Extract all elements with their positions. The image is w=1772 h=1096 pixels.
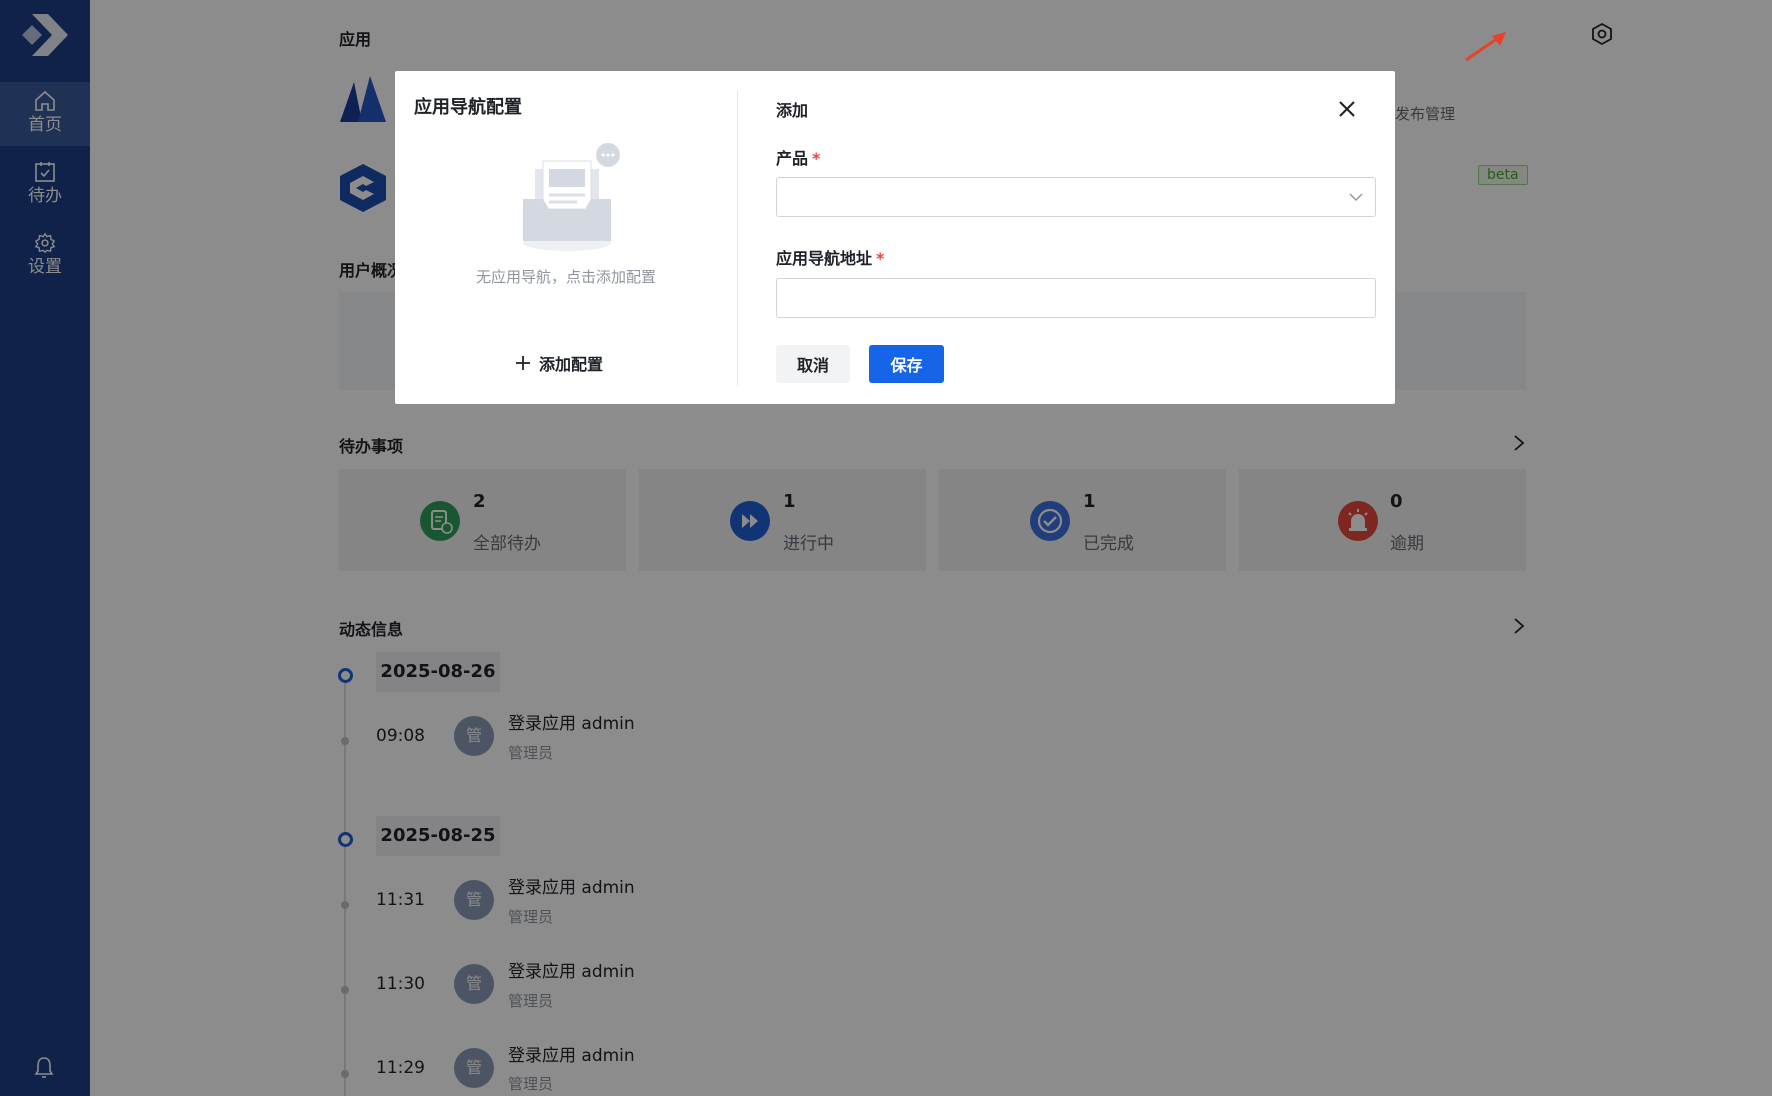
modal-left-title: 应用导航配置: [414, 97, 522, 118]
add-config-label: 添加配置: [539, 355, 604, 374]
modal-divider: [737, 91, 738, 386]
chevron-down-icon: [1349, 193, 1363, 201]
modal-right-title: 添加: [776, 101, 809, 120]
required-mark: *: [876, 249, 885, 268]
plus-icon: [516, 356, 530, 370]
annotation-arrow-icon: [1465, 32, 1506, 62]
add-config-button[interactable]: 添加配置: [515, 351, 603, 375]
empty-inbox-icon: [523, 143, 620, 251]
product-field-label: 产品 *: [776, 145, 820, 169]
nav-url-input[interactable]: [776, 278, 1376, 318]
nav-url-field-label: 应用导航地址 *: [776, 245, 884, 269]
close-icon[interactable]: [1335, 97, 1359, 121]
nav-url-label-text: 应用导航地址: [776, 249, 873, 268]
product-select[interactable]: [776, 177, 1376, 217]
save-button[interactable]: 保存: [869, 345, 944, 383]
product-label-text: 产品: [776, 149, 809, 168]
required-mark: *: [812, 149, 821, 168]
empty-state-text: 无应用导航，点击添加配置: [475, 268, 656, 286]
cancel-button[interactable]: 取消: [776, 345, 850, 383]
app-nav-config-modal: 应用导航配置 无应用导航，点击添加配置 添加配置 添加 产品 * 应用导航地址 …: [395, 71, 1395, 404]
